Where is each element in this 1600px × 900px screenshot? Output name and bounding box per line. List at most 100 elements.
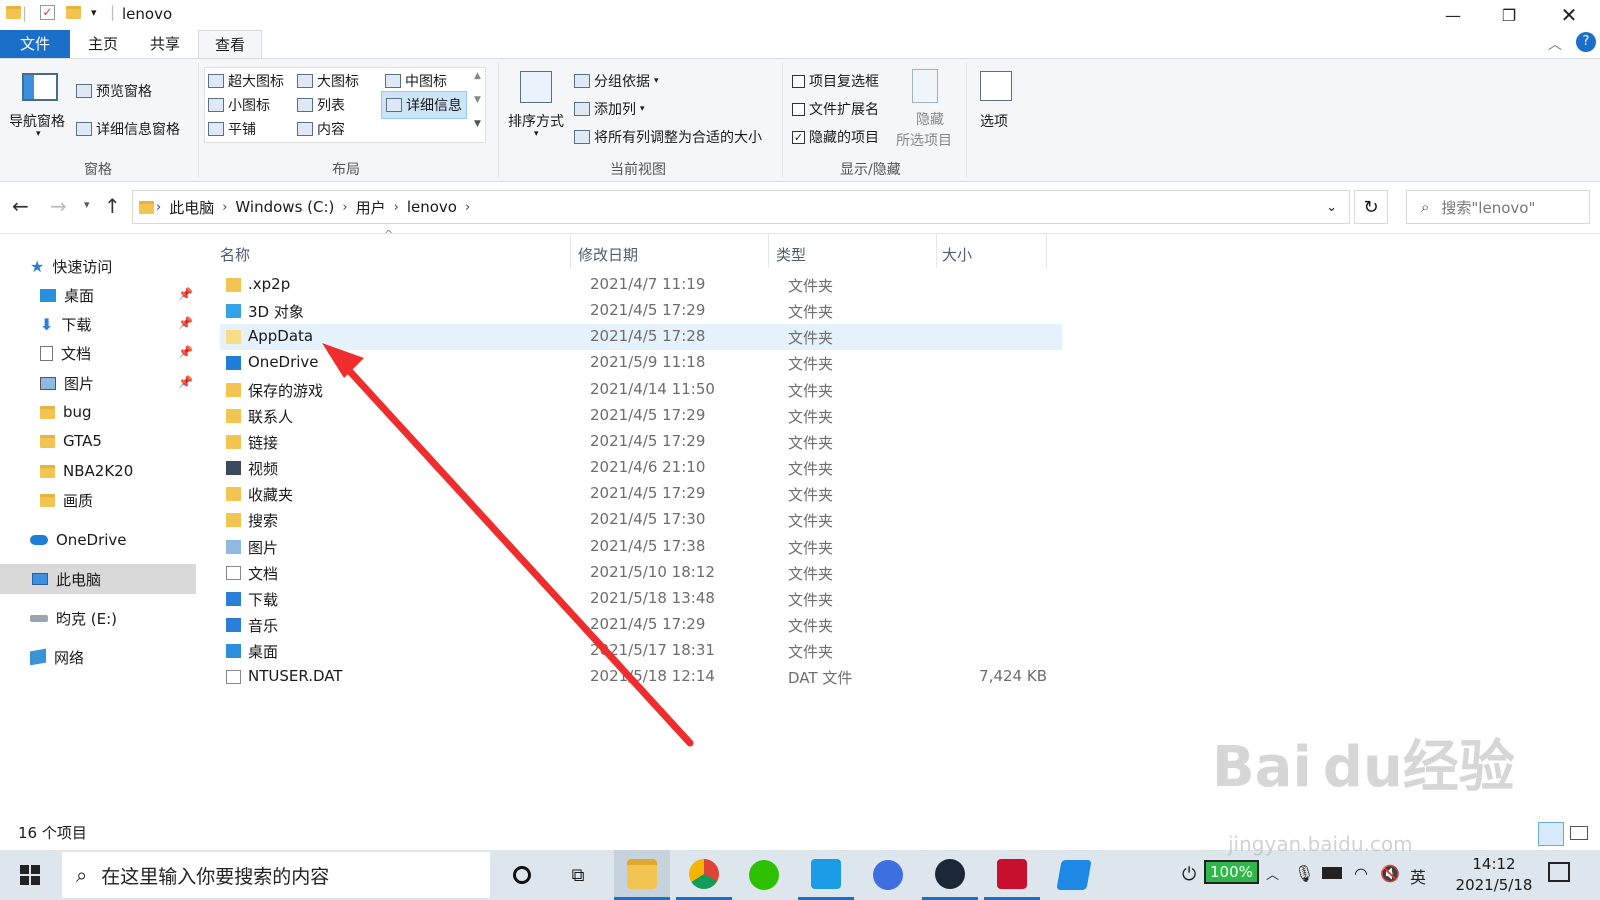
- checkbox[interactable]: [792, 74, 805, 88]
- collapse-ribbon-icon[interactable]: ︿: [1548, 34, 1562, 54]
- nav-network[interactable]: 网络: [30, 643, 84, 671]
- cortana-button[interactable]: [500, 850, 544, 900]
- taskbar-file-explorer[interactable]: [614, 850, 670, 900]
- nav-pane-button[interactable]: 导航窗格: [9, 111, 65, 131]
- notification-center-icon[interactable]: [1548, 862, 1570, 882]
- taskbar-chrome[interactable]: [676, 850, 732, 900]
- add-column-button[interactable]: 添加列 ▾: [574, 99, 645, 119]
- volume-muted-icon[interactable]: 🔇: [1380, 864, 1400, 883]
- pin-icon[interactable]: 📌: [178, 375, 193, 389]
- search-box[interactable]: ⌕ 搜索"lenovo": [1406, 190, 1590, 224]
- pin-icon[interactable]: 📌: [178, 316, 193, 330]
- column-divider[interactable]: [1046, 234, 1047, 268]
- nav-pane-icon[interactable]: [22, 73, 58, 101]
- checkbox[interactable]: [792, 102, 805, 116]
- minimize-button[interactable]: —: [1430, 0, 1476, 30]
- fit-columns-button[interactable]: 将所有列调整为合适的大小: [574, 127, 762, 147]
- help-icon[interactable]: ?: [1576, 32, 1596, 52]
- options-icon[interactable]: [980, 71, 1012, 101]
- layout-large-icons[interactable]: 大图标: [297, 71, 359, 91]
- layout-medium-icons[interactable]: 中图标: [385, 71, 447, 91]
- scroll-down-icon[interactable]: ▼: [474, 95, 481, 105]
- chevron-right-icon[interactable]: ›: [392, 200, 401, 215]
- new-folder-icon[interactable]: [66, 6, 81, 19]
- file-row[interactable]: OneDrive 2021/5/9 11:18 文件夹: [220, 350, 1062, 376]
- tab-home[interactable]: 主页: [76, 30, 130, 58]
- sort-by-icon[interactable]: [520, 71, 552, 103]
- taskbar-search-box[interactable]: ⌕ 在这里输入你要搜索的内容: [62, 852, 490, 898]
- up-arrow-icon[interactable]: ↑: [104, 194, 121, 218]
- wifi-icon[interactable]: ◠: [1354, 864, 1368, 883]
- nav-item-quality[interactable]: 画质: [40, 486, 93, 514]
- file-row[interactable]: 3D 对象 2021/4/5 17:29 文件夹: [220, 298, 1062, 324]
- start-button[interactable]: [0, 850, 60, 900]
- back-arrow-icon[interactable]: ←: [12, 194, 29, 218]
- checkbox-checked[interactable]: ✓: [792, 130, 805, 144]
- nav-drive-e[interactable]: 昀克 (E:): [30, 604, 117, 632]
- file-row[interactable]: 下载 2021/5/18 13:48 文件夹: [220, 586, 1062, 612]
- file-row[interactable]: 桌面 2021/5/17 18:31 文件夹: [220, 638, 1062, 664]
- file-row[interactable]: 联系人 2021/4/5 17:29 文件夹: [220, 403, 1062, 429]
- taskbar-app-blue[interactable]: [798, 850, 854, 900]
- breadcrumb-users[interactable]: 用户: [350, 197, 392, 218]
- file-row[interactable]: 保存的游戏 2021/4/14 11:50 文件夹: [220, 377, 1062, 403]
- power-plug-icon[interactable]: ⏻: [1182, 864, 1196, 885]
- microphone-icon[interactable]: 🎙: [1294, 864, 1314, 883]
- chevron-right-icon[interactable]: ›: [340, 200, 349, 215]
- file-row[interactable]: 收藏夹 2021/4/5 17:29 文件夹: [220, 481, 1062, 507]
- task-view-button[interactable]: ⧉: [556, 850, 600, 900]
- address-bar[interactable]: › 此电脑 › Windows (C:) › 用户 › lenovo › ⌄: [132, 190, 1350, 224]
- show-hidden-icons[interactable]: ︿: [1266, 864, 1279, 883]
- taskbar-steam[interactable]: [922, 850, 978, 900]
- tab-share[interactable]: 共享: [138, 30, 192, 58]
- sort-by-button[interactable]: 排序方式: [508, 111, 564, 131]
- tab-view[interactable]: 查看: [198, 30, 262, 58]
- column-divider[interactable]: [570, 234, 571, 268]
- column-header-date[interactable]: 修改日期: [578, 244, 638, 265]
- taskbar-wechat[interactable]: [736, 850, 792, 900]
- column-divider[interactable]: [936, 234, 937, 268]
- nav-item-desktop[interactable]: 桌面: [40, 281, 94, 309]
- recent-locations-icon[interactable]: ▾: [84, 198, 90, 211]
- pin-icon[interactable]: 📌: [178, 287, 193, 301]
- hidden-items-toggle[interactable]: ✓ 隐藏的项目: [792, 127, 879, 147]
- breadcrumb-drive-c[interactable]: Windows (C:): [229, 198, 340, 216]
- file-row[interactable]: .xp2p 2021/4/7 11:19 文件夹: [220, 272, 1062, 298]
- breadcrumb-this-pc[interactable]: 此电脑: [163, 197, 220, 218]
- nav-item-nba2k20[interactable]: NBA2K20: [40, 457, 133, 485]
- customize-quick-access-icon[interactable]: ▾: [91, 6, 97, 19]
- layout-extra-large-icons[interactable]: 超大图标: [208, 71, 284, 91]
- options-button[interactable]: 选项: [980, 111, 1008, 131]
- forward-arrow-icon[interactable]: →: [50, 194, 67, 218]
- file-row[interactable]: AppData 2021/4/5 17:28 文件夹: [220, 324, 1062, 351]
- chevron-right-icon[interactable]: ›: [463, 200, 472, 215]
- tab-file[interactable]: 文件: [0, 30, 70, 58]
- column-header-type[interactable]: 类型: [776, 244, 806, 265]
- file-extensions-toggle[interactable]: 文件扩展名: [792, 99, 879, 119]
- layout-content[interactable]: 内容: [297, 119, 345, 139]
- hide-selected-button[interactable]: 隐藏: [910, 111, 950, 130]
- nav-quick-access[interactable]: ★ 快速访问: [30, 252, 112, 280]
- battery-icon[interactable]: [1322, 867, 1342, 879]
- restore-button[interactable]: ❐: [1486, 0, 1532, 30]
- column-divider[interactable]: [768, 234, 769, 268]
- large-icons-view-icon[interactable]: [1570, 826, 1588, 840]
- nav-this-pc[interactable]: 此电脑: [32, 565, 101, 593]
- preview-pane-button[interactable]: 预览窗格: [76, 81, 152, 101]
- details-view-icon[interactable]: [1538, 822, 1564, 846]
- scroll-up-icon[interactable]: ▲: [474, 71, 481, 81]
- details-pane-button[interactable]: 详细信息窗格: [76, 119, 180, 139]
- refresh-button[interactable]: ↻: [1354, 190, 1388, 224]
- file-row[interactable]: NTUSER.DAT 2021/5/18 12:14 DAT 文件 7,424 KB: [220, 664, 1062, 690]
- column-header-name[interactable]: 名称: [220, 244, 250, 265]
- input-method-indicator[interactable]: 英: [1410, 864, 1426, 888]
- taskbar-app-star[interactable]: [860, 850, 916, 900]
- pin-icon[interactable]: 📌: [178, 345, 193, 359]
- nav-item-gta5[interactable]: GTA5: [40, 427, 102, 455]
- battery-indicator[interactable]: 100%: [1204, 860, 1259, 884]
- layout-list[interactable]: 列表: [297, 95, 345, 115]
- file-row[interactable]: 图片 2021/4/5 17:38 文件夹: [220, 534, 1062, 560]
- address-dropdown-icon[interactable]: ⌄: [1326, 200, 1337, 215]
- properties-icon[interactable]: ✓: [40, 5, 55, 20]
- close-button[interactable]: ✕: [1546, 0, 1592, 30]
